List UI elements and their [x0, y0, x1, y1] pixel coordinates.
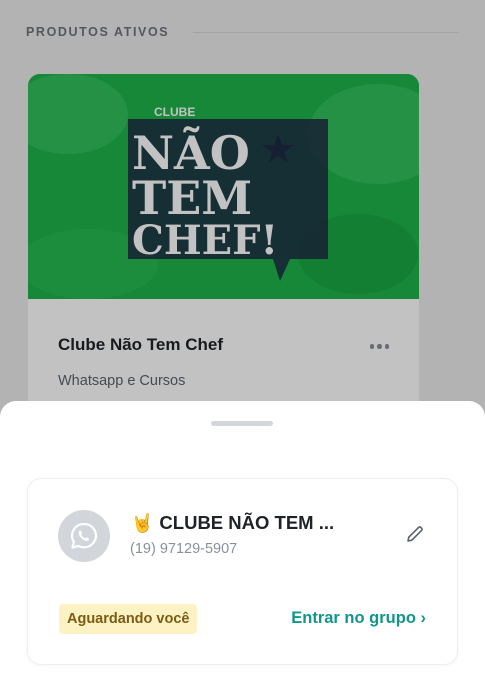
whatsapp-icon: [58, 510, 110, 562]
sheet-grabber[interactable]: [211, 421, 273, 426]
group-title: 🤘 CLUBE NÃO TEM ...: [131, 512, 334, 534]
group-phone: (19) 97129-5907: [130, 541, 238, 557]
group-title-text: CLUBE NÃO TEM ...: [159, 512, 335, 533]
rock-hand-emoji: 🤘: [131, 513, 154, 533]
pencil-icon[interactable]: [405, 524, 425, 549]
group-card: 🤘 CLUBE NÃO TEM ... (19) 97129-5907 Aguar…: [27, 478, 458, 665]
join-group-button[interactable]: Entrar no grupo ›: [291, 609, 426, 628]
bottom-sheet: 🤘 CLUBE NÃO TEM ... (19) 97129-5907 Aguar…: [0, 401, 485, 683]
status-badge: Aguardando você: [59, 604, 198, 634]
